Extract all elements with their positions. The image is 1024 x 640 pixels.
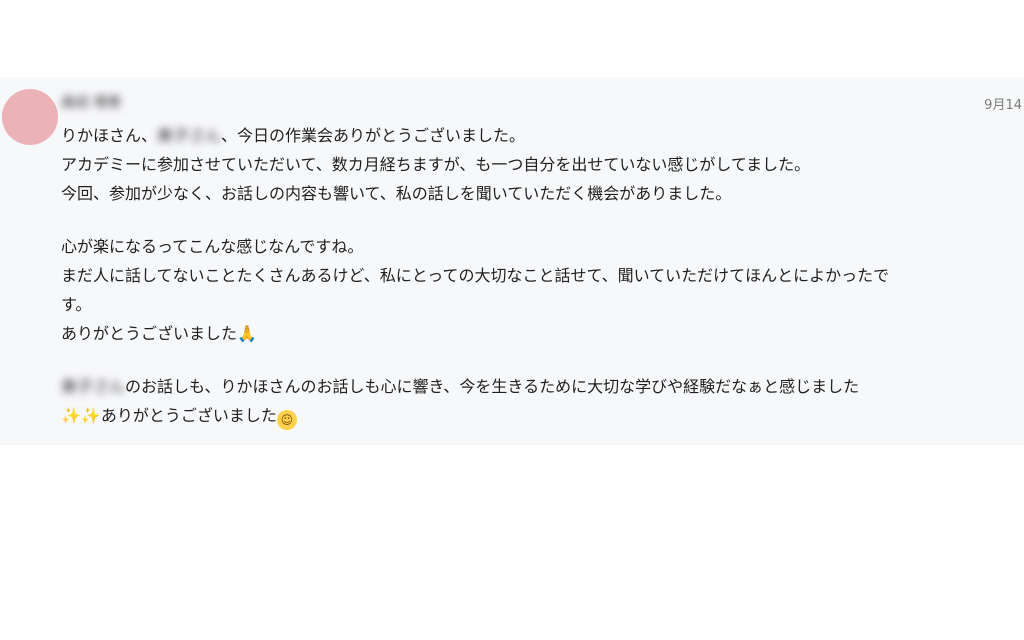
smiling-face-icon: ☺ [276, 410, 297, 430]
message-line-1: りかほさん、美子さん、今日の作業会ありがとうございました。 [61, 121, 996, 150]
sender-name[interactable]: 森田 理恵 [61, 93, 159, 113]
blurred-name: 美子さん [157, 126, 222, 145]
message-line-3: 今回、参加が少なく、お話しの内容も響いて、私の話しを聞いていただく機会がありまし… [61, 184, 732, 203]
avatar[interactable] [2, 89, 58, 145]
message-line-9: ✨✨ありがとうございました ☺ [61, 401, 996, 430]
message-text: 、今日の作業会ありがとうございました。 [221, 126, 526, 145]
message-line-8: 美子さんのお話しも、りかほさんのお話しも心に響き、今を生きるために大切な学びや経… [61, 372, 996, 401]
sparkles-icon: ✨✨ [61, 406, 101, 425]
message-card: 森田 理恵 9月14 りかほさん、美子さん、今日の作業会ありがとうございました。… [0, 77, 1024, 445]
message-text: ありがとうございました [61, 324, 238, 343]
message-line-5: まだ人に話してないことたくさんあるけど、私にとっての大切なこと話せて、聞いていた… [61, 266, 890, 285]
message-line-4: 心が楽になるってこんな感じなんですね。 [61, 237, 364, 256]
message-timestamp: 9月14 [984, 98, 1022, 113]
message-line-6: す。 [61, 295, 92, 314]
message-text: ありがとうございました [100, 406, 277, 425]
message-body: りかほさん、美子さん、今日の作業会ありがとうございました。 アカデミーに参加させ… [61, 121, 996, 430]
message-line-7: ありがとうございました🙏 [61, 319, 996, 348]
message-text: りかほさん、 [61, 126, 158, 145]
message-text: のお話しも、りかほさんのお話しも心に響き、今を生きるために大切な学びや経験だなぁ… [125, 377, 860, 396]
folded-hands-icon: 🙏 [237, 324, 257, 343]
message-line-2: アカデミーに参加させていただいて、数カ月経ちますが、も一つ自分を出せていない感じ… [61, 155, 811, 174]
blurred-name: 美子さん [61, 377, 126, 396]
